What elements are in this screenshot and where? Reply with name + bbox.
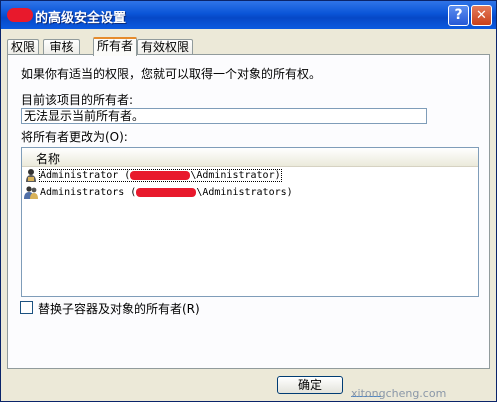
owner-panel: 如果你有适当的权限，您就可以取得一个对象的所有权。 目前该项目的所有者: 无法显…	[7, 54, 490, 369]
entry-name: Administrators (	[40, 187, 137, 198]
redacted-computer-name	[136, 187, 197, 197]
owner-list[interactable]: 名称 Administrator ( \Administrator) Admini…	[21, 147, 479, 297]
list-header[interactable]: 名称	[22, 148, 478, 167]
watermark: xitongcheng.com	[351, 387, 447, 400]
ok-button[interactable]: 确定	[277, 376, 343, 394]
window-title: 的高级安全设置	[35, 11, 127, 26]
current-owner-field[interactable]: 无法显示当前所有者。	[21, 108, 427, 124]
tab-auditing[interactable]: 审核	[43, 39, 80, 55]
entry-name: Administrator (	[40, 170, 131, 181]
name-column-header: 名称	[36, 152, 61, 166]
tab-permissions[interactable]: 权限	[7, 39, 39, 55]
replace-owner-label[interactable]: 替换子容器及对象的所有者(R)	[38, 300, 200, 317]
user-icon	[24, 168, 38, 182]
description-text: 如果你有适当的权限，您就可以取得一个对象的所有权。	[21, 67, 322, 81]
list-item[interactable]: Administrator ( \Administrator)	[24, 168, 282, 184]
replace-owner-checkbox[interactable]	[20, 301, 33, 314]
dialog-window: 的高级安全设置 ? ✕ 权限 审核 所有者 有效权限 如果你有适当的权限，您就可…	[0, 0, 497, 402]
redacted-computer-name	[130, 170, 191, 180]
close-button[interactable]: ✕	[471, 5, 492, 26]
help-button[interactable]: ?	[448, 5, 469, 26]
group-icon	[24, 185, 38, 199]
current-owner-label: 目前该项目的所有者:	[21, 93, 134, 107]
change-owner-label: 将所有者更改为(O):	[21, 130, 128, 144]
redacted-object-name	[7, 8, 33, 22]
tab-owner[interactable]: 所有者	[93, 37, 137, 56]
title-bar[interactable]: 的高级安全设置 ? ✕	[1, 1, 496, 29]
entry-account: \Administrator)	[190, 170, 281, 181]
tab-effective-permissions[interactable]: 有效权限	[137, 39, 193, 55]
list-item[interactable]: Administrators ( \Administrators)	[24, 185, 293, 201]
entry-account: \Administrators)	[196, 187, 293, 198]
